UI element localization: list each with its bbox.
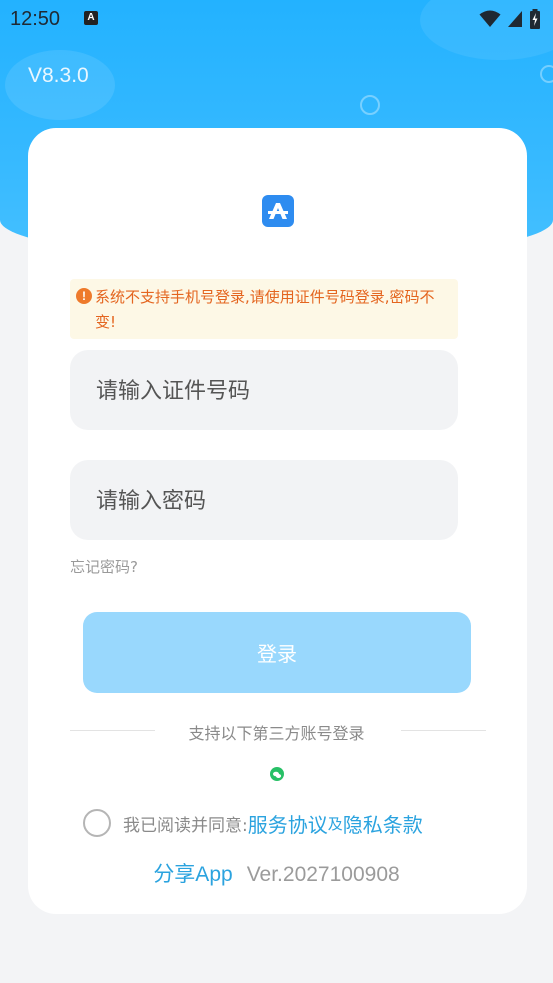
agreement-row: 我已阅读并同意: 服务协议 及 隐私条款 [83, 807, 423, 839]
signal-icon [508, 11, 522, 27]
battery-charging-icon [530, 9, 540, 29]
exclamation-circle-icon: ! [76, 288, 92, 304]
wifi-icon [479, 10, 501, 27]
logo-glyph [268, 203, 288, 219]
third-party-login-label: 支持以下第三方账号登录 [188, 724, 365, 743]
password-field[interactable] [70, 460, 458, 542]
login-button[interactable]: 登录 [83, 612, 471, 693]
app-version: V8.3.0 [28, 64, 89, 87]
agree-prefix: 我已阅读并同意: [123, 815, 248, 836]
wechat-glyph [273, 771, 282, 778]
status-bar: 12:50 A [0, 0, 553, 38]
build-version: Ver.2027100908 [246, 863, 400, 886]
decor-ring [540, 65, 553, 83]
share-row: 分享App Ver.2027100908 [0, 858, 553, 888]
login-warning-banner: ! 系统不支持手机号登录,请使用证件号码登录,密码不变! [70, 279, 458, 339]
privacy-policy-link[interactable]: 隐私条款 [343, 809, 423, 838]
agree-and: 及 [327, 814, 343, 833]
wechat-icon[interactable] [270, 767, 284, 781]
password-input[interactable] [94, 460, 438, 542]
notification-app-icon: A [84, 11, 98, 25]
app-logo-icon [262, 195, 294, 227]
warning-text: 系统不支持手机号登录,请使用证件号码登录,密码不变! [95, 288, 435, 331]
forgot-password-link[interactable]: 忘记密码? [70, 556, 138, 577]
status-time: 12:50 [10, 8, 61, 30]
share-app-link[interactable]: 分享App [153, 863, 232, 886]
id-number-field[interactable] [70, 350, 458, 432]
status-indicators [479, 9, 541, 29]
id-number-input[interactable] [94, 350, 438, 432]
decor-ring [360, 95, 380, 115]
service-agreement-link[interactable]: 服务协议 [248, 809, 328, 838]
agree-checkbox[interactable] [83, 809, 111, 837]
